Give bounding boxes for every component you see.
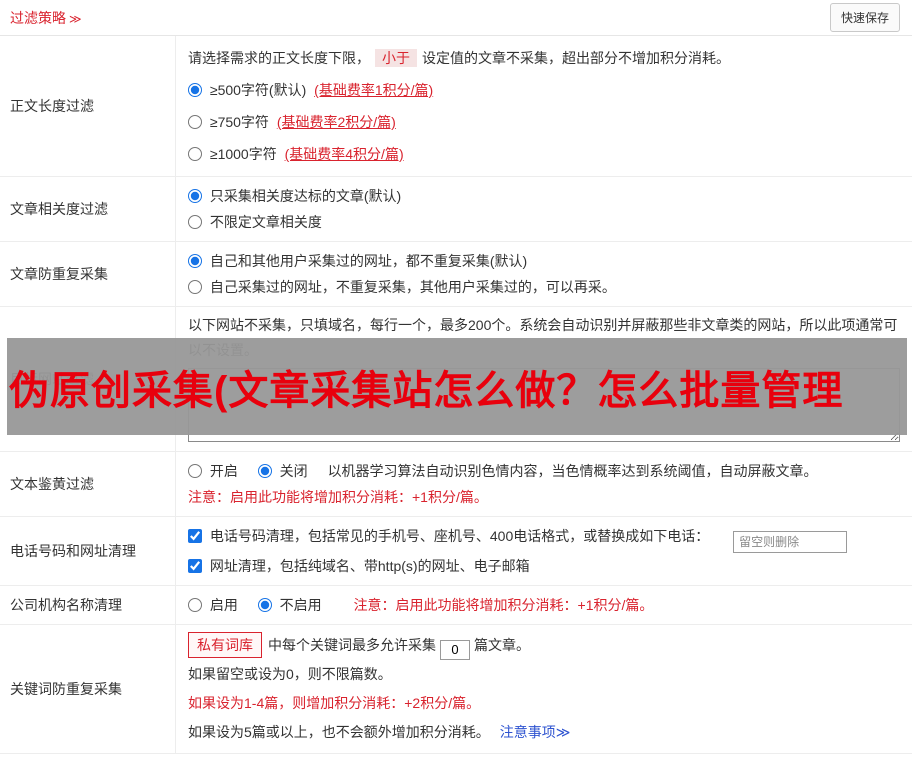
company-cost-note: 注意：启用此功能将增加积分消耗：+1积分/篇。 bbox=[353, 597, 654, 613]
porn-option-on-radio[interactable] bbox=[188, 464, 202, 478]
keyword-limit-line: 私有词库中每个关键词最多允许采集 篇文章。 bbox=[188, 631, 900, 660]
option-label: 启用 bbox=[209, 597, 238, 613]
option-label: ≥1000字符 bbox=[209, 146, 277, 162]
porn-options-line: 开启 关闭 以机器学习算法自动识别色情内容，当色情概率达到系统阈值，自动屏蔽文章… bbox=[188, 458, 900, 484]
notice-link[interactable]: 注意事项≫ bbox=[500, 724, 571, 740]
row-content-keyword: 私有词库中每个关键词最多允许采集 篇文章。 如果留空或设为0，则不限篇数。 如果设… bbox=[176, 625, 912, 753]
row-content-dedup: 自己和其他用户采集过的网址，都不重复采集(默认) 自己采集过的网址，不重复采集，… bbox=[176, 242, 912, 306]
url-clean-option[interactable]: 网址清理，包括纯域名、带http(s)的网址、电子邮箱 bbox=[188, 558, 530, 574]
option-label: 关闭 bbox=[279, 463, 308, 479]
page-title[interactable]: 过滤策略 ≫ bbox=[10, 8, 82, 28]
porn-option-off-radio[interactable] bbox=[257, 464, 272, 478]
option-note: (基础费率4积分/篇) bbox=[284, 146, 404, 162]
option-label: ≥750字符 bbox=[209, 114, 269, 130]
row-phone-url-clean: 电话号码和网址清理 电话号码清理，包括常见的手机号、座机号、400电话格式，或替… bbox=[0, 517, 912, 586]
relevance-option-strict-radio[interactable] bbox=[188, 189, 202, 203]
length-option-750-radio[interactable] bbox=[188, 115, 202, 129]
keyword-note-five: 如果设为5篇或以上，也不会额外增加积分消耗。 注意事项≫ bbox=[188, 718, 900, 747]
length-option-1000-radio[interactable] bbox=[188, 147, 202, 161]
length-intro-before: 请选择需求的正文长度下限， bbox=[188, 50, 370, 66]
row-relevance-filter: 文章相关度过滤 只采集相关度达标的文章(默认) 不限定文章相关度 bbox=[0, 177, 912, 242]
row-label-phone-url: 电话号码和网址清理 bbox=[0, 517, 176, 585]
keyword-note-five-text: 如果设为5篇或以上，也不会额外增加积分消耗。 bbox=[188, 724, 490, 740]
replacement-phone-input[interactable] bbox=[733, 531, 848, 553]
row-label-dedup: 文章防重复采集 bbox=[0, 242, 176, 306]
row-keyword-dedup: 关键词防重复采集 私有词库中每个关键词最多允许采集 篇文章。 如果留空或设为0，则… bbox=[0, 625, 912, 754]
option-label: 开启 bbox=[209, 463, 238, 479]
phone-clean-option[interactable]: 电话号码清理，包括常见的手机号、座机号、400电话格式，或替换成如下电话： bbox=[188, 528, 713, 544]
company-option-off[interactable]: 不启用 bbox=[257, 597, 326, 613]
phone-clean-checkbox[interactable] bbox=[188, 529, 202, 543]
dedup-option-self[interactable]: 自己采集过的网址，不重复采集，其他用户采集过的，可以再采。 bbox=[188, 274, 900, 300]
option-label: 不启用 bbox=[279, 597, 322, 613]
porn-cost-note: 注意：启用此功能将增加积分消耗：+1积分/篇。 bbox=[188, 489, 488, 505]
length-intro-highlight: 小于 bbox=[375, 49, 417, 67]
page-title-text: 过滤策略 bbox=[10, 9, 66, 26]
company-option-on-radio[interactable] bbox=[188, 598, 202, 612]
row-label-company: 公司机构名称清理 bbox=[0, 586, 176, 624]
row-dedup-filter: 文章防重复采集 自己和其他用户采集过的网址，都不重复采集(默认) 自己采集过的网… bbox=[0, 242, 912, 307]
keyword-note-cost: 如果设为1-4篇，则增加积分消耗：+2积分/篇。 bbox=[188, 695, 481, 711]
row-company-clean: 公司机构名称清理 启用 不启用 注意：启用此功能将增加积分消耗：+1积分/篇。 bbox=[0, 586, 912, 625]
row-label-keyword: 关键词防重复采集 bbox=[0, 625, 176, 753]
row-porn-filter: 文本鉴黄过滤 开启 关闭 以机器学习算法自动识别色情内容，当色情概率达到系统阈值… bbox=[0, 452, 912, 517]
length-option-750[interactable]: ≥750字符 (基础费率2积分/篇) bbox=[188, 106, 900, 138]
url-clean-checkbox[interactable] bbox=[188, 559, 202, 573]
keyword-note-zero: 如果留空或设为0，则不限篇数。 bbox=[188, 666, 392, 682]
quick-save-button[interactable]: 快速保存 bbox=[829, 3, 900, 32]
keyword-limit-input[interactable] bbox=[440, 639, 470, 660]
option-label: 网址清理，包括纯域名、带http(s)的网址、电子邮箱 bbox=[209, 558, 530, 574]
option-label: 只采集相关度达标的文章(默认) bbox=[209, 188, 402, 204]
private-lexicon-button[interactable]: 私有词库 bbox=[188, 632, 262, 658]
row-content-porn: 开启 关闭 以机器学习算法自动识别色情内容，当色情概率达到系统阈值，自动屏蔽文章… bbox=[176, 452, 912, 516]
row-label-porn: 文本鉴黄过滤 bbox=[0, 452, 176, 516]
length-intro-after: 设定值的文章不采集，超出部分不增加积分消耗。 bbox=[422, 50, 730, 66]
company-option-off-radio[interactable] bbox=[257, 598, 272, 612]
length-option-500-radio[interactable] bbox=[188, 83, 202, 97]
chevron-double-icon: ≫ bbox=[69, 11, 82, 26]
watermark-overlay: 伪原创采集(文章采集站怎么做？怎么批量管理 bbox=[7, 338, 907, 435]
option-note: (基础费率1积分/篇) bbox=[314, 82, 434, 98]
length-option-1000[interactable]: ≥1000字符 (基础费率4积分/篇) bbox=[188, 138, 900, 170]
url-clean-line: 网址清理，包括纯域名、带http(s)的网址、电子邮箱 bbox=[188, 553, 900, 579]
dedup-option-global[interactable]: 自己和其他用户采集过的网址，都不重复采集(默认) bbox=[188, 248, 900, 274]
porn-description: 以机器学习算法自动识别色情内容，当色情概率达到系统阈值，自动屏蔽文章。 bbox=[327, 463, 818, 479]
relevance-option-strict[interactable]: 只采集相关度达标的文章(默认) bbox=[188, 183, 900, 209]
length-option-500[interactable]: ≥500字符(默认) (基础费率1积分/篇) bbox=[188, 74, 900, 106]
company-options-line: 启用 不启用 注意：启用此功能将增加积分消耗：+1积分/篇。 bbox=[188, 592, 900, 618]
option-label: 自己和其他用户采集过的网址，都不重复采集(默认) bbox=[209, 253, 528, 269]
length-intro: 请选择需求的正文长度下限， 小于 设定值的文章不采集，超出部分不增加积分消耗。 bbox=[188, 42, 900, 74]
relevance-option-any-radio[interactable] bbox=[188, 215, 202, 229]
option-label: 不限定文章相关度 bbox=[209, 214, 322, 230]
option-note: (基础费率2积分/篇) bbox=[276, 114, 396, 130]
option-label: 自己采集过的网址，不重复采集，其他用户采集过的，可以再采。 bbox=[209, 279, 616, 295]
relevance-option-any[interactable]: 不限定文章相关度 bbox=[188, 209, 900, 235]
keyword-limit-suffix: 篇文章。 bbox=[474, 637, 530, 653]
row-content-relevance: 只采集相关度达标的文章(默认) 不限定文章相关度 bbox=[176, 177, 912, 241]
row-content-company: 启用 不启用 注意：启用此功能将增加积分消耗：+1积分/篇。 bbox=[176, 586, 912, 624]
dedup-option-self-radio[interactable] bbox=[188, 280, 202, 294]
row-content-length: 请选择需求的正文长度下限， 小于 设定值的文章不采集，超出部分不增加积分消耗。 ≥5… bbox=[176, 36, 912, 176]
porn-option-on[interactable]: 开启 bbox=[188, 463, 242, 479]
row-label-length: 正文长度过滤 bbox=[0, 36, 176, 176]
option-label: 电话号码清理，包括常见的手机号、座机号、400电话格式，或替换成如下电话： bbox=[209, 528, 710, 544]
topbar: 过滤策略 ≫ 快速保存 bbox=[0, 0, 912, 36]
row-length-filter: 正文长度过滤 请选择需求的正文长度下限， 小于 设定值的文章不采集，超出部分不增加积… bbox=[0, 36, 912, 177]
keyword-limit-text: 中每个关键词最多允许采集 bbox=[268, 637, 436, 653]
row-label-relevance: 文章相关度过滤 bbox=[0, 177, 176, 241]
company-option-on[interactable]: 启用 bbox=[188, 597, 242, 613]
porn-option-off[interactable]: 关闭 bbox=[257, 463, 312, 479]
row-content-phone-url: 电话号码清理，包括常见的手机号、座机号、400电话格式，或替换成如下电话： 网址… bbox=[176, 517, 912, 585]
option-label: ≥500字符(默认) bbox=[209, 82, 307, 98]
dedup-option-global-radio[interactable] bbox=[188, 254, 202, 268]
phone-clean-line: 电话号码清理，包括常见的手机号、座机号、400电话格式，或替换成如下电话： bbox=[188, 523, 900, 553]
